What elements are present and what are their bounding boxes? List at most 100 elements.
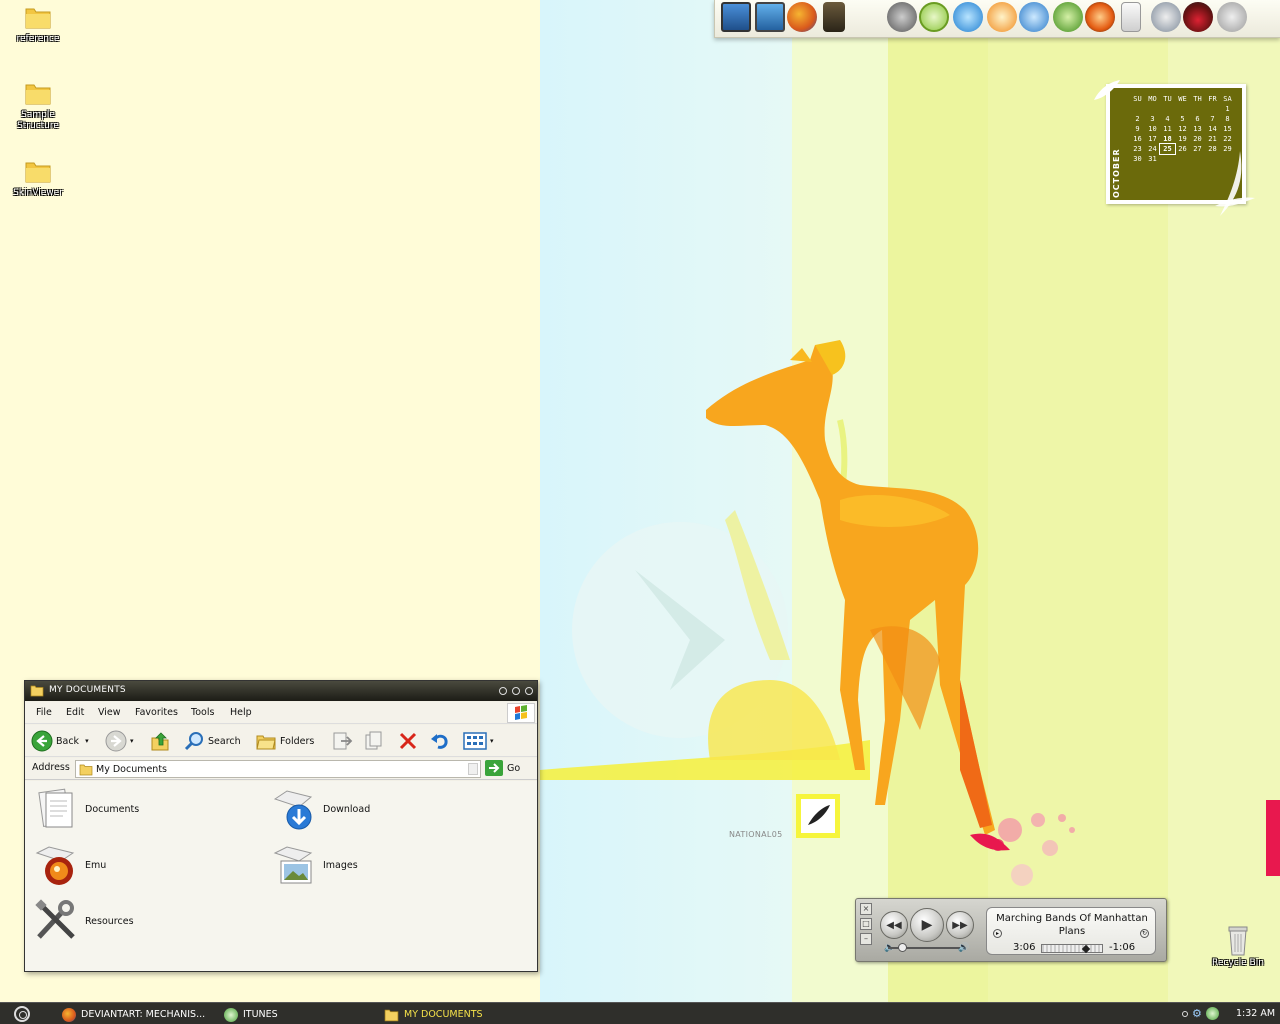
calendar-day[interactable]: 5 — [1175, 114, 1190, 124]
calendar-day[interactable]: 12 — [1175, 124, 1190, 134]
gear-icon[interactable] — [1217, 2, 1247, 32]
menu-tools[interactable]: Tools — [191, 707, 214, 718]
calendar-day[interactable]: 7 — [1205, 114, 1220, 124]
desktop-icon-sample-structure[interactable]: Sample Structure — [0, 80, 76, 132]
desktop-icon-skinviewer[interactable]: SkinViewer — [0, 158, 76, 199]
mask-icon[interactable] — [1183, 2, 1213, 32]
play-button[interactable]: ▶ — [910, 908, 944, 942]
desktop-icon-recycle-bin[interactable]: Recycle Bin — [1198, 924, 1278, 969]
calendar-day[interactable]: 11 — [1160, 124, 1175, 134]
address-field[interactable]: My Documents — [75, 760, 481, 778]
menu-edit[interactable]: Edit — [66, 707, 84, 718]
file-item-images[interactable]: Images — [271, 843, 358, 887]
calendar-day[interactable]: 23 — [1130, 144, 1145, 154]
menu-favorites[interactable]: Favorites — [135, 707, 178, 718]
calendar-day[interactable]: 24 — [1145, 144, 1160, 154]
vegas-icon[interactable] — [953, 2, 983, 32]
player-minimize-button[interactable]: – — [860, 933, 872, 945]
file-item-emu[interactable]: Emu — [33, 843, 106, 887]
maximize-button[interactable] — [512, 687, 520, 695]
calendar-day[interactable]: 17 — [1145, 134, 1160, 144]
views-dropdown-icon[interactable]: ▾ — [490, 737, 494, 745]
forward-dropdown-icon[interactable]: ▾ — [130, 737, 134, 745]
calendar-day[interactable]: 30 — [1130, 154, 1145, 164]
character-icon[interactable] — [823, 2, 845, 32]
calendar-day[interactable]: 21 — [1205, 134, 1220, 144]
firefox-icon[interactable] — [787, 2, 817, 32]
network-tray-icon[interactable]: ⚙ — [1192, 1007, 1202, 1020]
copy-to-button[interactable] — [363, 729, 385, 753]
address-dropdown-button[interactable] — [468, 763, 478, 775]
file-item-resources[interactable]: Resources — [33, 899, 134, 943]
seek-knob[interactable] — [1082, 944, 1091, 954]
calendar-day[interactable]: 22 — [1220, 134, 1235, 144]
search-button[interactable]: Search — [183, 729, 241, 753]
calendar-day[interactable]: 25 — [1159, 143, 1176, 155]
file-item-download[interactable]: Download — [271, 787, 370, 831]
half-life-icon[interactable] — [1085, 2, 1115, 32]
repeat-icon[interactable]: ↻ — [1140, 929, 1149, 938]
window-titlebar[interactable]: MY DOCUMENTS — [25, 681, 537, 701]
calendar-day[interactable]: 14 — [1205, 124, 1220, 134]
ipod-icon[interactable] — [1121, 2, 1141, 32]
calendar-day[interactable]: 3 — [1145, 114, 1160, 124]
taskbar-item-my-documents[interactable]: MY DOCUMENTS — [384, 1006, 483, 1023]
calendar-day[interactable]: 26 — [1175, 144, 1190, 154]
tools-icon[interactable] — [1151, 2, 1181, 32]
next-button[interactable]: ▶▶ — [946, 911, 974, 939]
delete-button[interactable] — [397, 729, 419, 753]
up-folder-button[interactable] — [149, 729, 171, 753]
calendar-day[interactable]: 27 — [1190, 144, 1205, 154]
undo-button[interactable] — [429, 729, 451, 753]
tray-expand-icon[interactable] — [1182, 1010, 1188, 1017]
my-computer-icon[interactable] — [721, 2, 751, 32]
desktop-icon-reference[interactable]: reference — [0, 4, 76, 45]
volume-slider[interactable] — [888, 943, 966, 952]
views-button[interactable]: ▾ — [463, 729, 494, 753]
media-player-widget[interactable]: × □ – ◀◀ ▶ ▶▶ 🔈 🔊 Marching Bands Of Manh… — [855, 898, 1167, 962]
calendar-day[interactable]: 31 — [1145, 154, 1160, 164]
explorer-window[interactable]: MY DOCUMENTS File Edit View Favorites To… — [24, 680, 538, 972]
previous-button[interactable]: ◀◀ — [880, 911, 908, 939]
taskbar-item-itunes[interactable]: ITUNES — [224, 1006, 278, 1023]
tree-icon[interactable] — [1053, 2, 1083, 32]
shuffle-icon[interactable]: ▸ — [993, 929, 1002, 938]
calendar-day[interactable]: 20 — [1190, 134, 1205, 144]
winamp-icon[interactable] — [1019, 2, 1049, 32]
calendar-day[interactable]: 8 — [1220, 114, 1235, 124]
calendar-day[interactable]: 6 — [1190, 114, 1205, 124]
folders-button[interactable]: Folders — [255, 729, 314, 753]
move-to-button[interactable] — [331, 729, 353, 753]
forward-button[interactable]: ▾ — [105, 729, 134, 753]
calendar-day[interactable]: 15 — [1220, 124, 1235, 134]
itunes-tray-icon[interactable] — [1205, 1007, 1219, 1020]
menu-file[interactable]: File — [36, 707, 52, 718]
network-icon[interactable] — [755, 2, 785, 32]
go-button[interactable]: Go — [485, 760, 520, 776]
calendar-day[interactable]: 9 — [1130, 124, 1145, 134]
calendar-day[interactable]: 18 — [1160, 134, 1175, 144]
calendar-day[interactable]: 10 — [1145, 124, 1160, 134]
calendar-day[interactable]: 19 — [1175, 134, 1190, 144]
back-dropdown-icon[interactable]: ▾ — [85, 737, 89, 745]
calendar-day[interactable]: 1 — [1220, 104, 1235, 114]
calendar-day[interactable]: 2 — [1130, 114, 1145, 124]
calendar-day[interactable]: 13 — [1190, 124, 1205, 134]
seek-bar[interactable] — [1041, 944, 1103, 954]
close-button[interactable] — [525, 687, 533, 695]
calendar-day[interactable]: 16 — [1130, 134, 1145, 144]
taskbar-item-deviantart[interactable]: DEVIANTART: MECHANIS... — [62, 1006, 205, 1023]
player-restore-button[interactable]: □ — [860, 918, 872, 930]
menu-help[interactable]: Help — [230, 707, 252, 718]
start-button[interactable] — [14, 1006, 30, 1022]
menu-view[interactable]: View — [98, 707, 121, 718]
back-button[interactable]: Back ▾ — [31, 729, 89, 753]
player-close-button[interactable]: × — [860, 903, 872, 915]
volume-knob[interactable] — [898, 943, 907, 952]
calendar-day[interactable]: 4 — [1160, 114, 1175, 124]
file-item-documents[interactable]: Documents — [33, 787, 139, 831]
mail-icon[interactable] — [987, 2, 1017, 32]
minimize-button[interactable] — [499, 687, 507, 695]
headphones-icon[interactable] — [887, 2, 917, 32]
dreamweaver-icon[interactable] — [919, 2, 949, 32]
